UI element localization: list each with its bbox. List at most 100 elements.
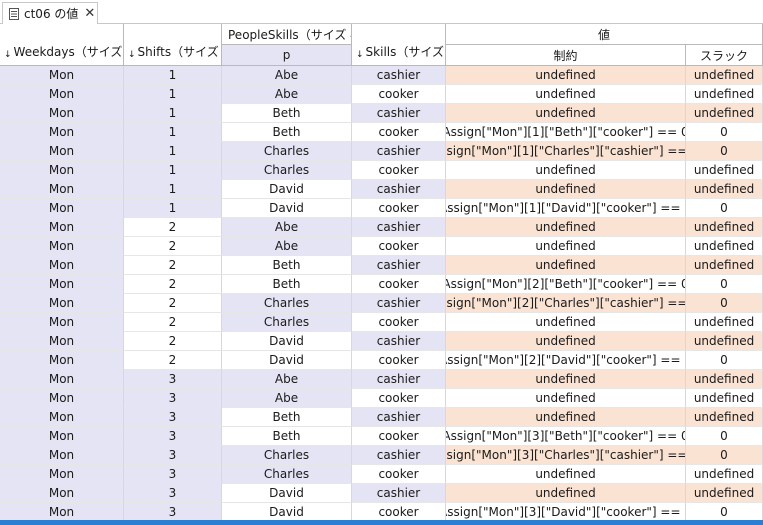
table-row[interactable]: Mon 1 David cashier undefined undefined [0,180,763,199]
cell-shift[interactable]: 1 [124,161,222,180]
cell-shift[interactable]: 2 [124,351,222,370]
cell-person[interactable]: Beth [222,256,352,275]
cell-slack[interactable]: 0 [686,142,763,161]
cell-shift[interactable]: 1 [124,142,222,161]
cell-skill[interactable]: cashier [352,446,446,465]
cell-weekday[interactable]: Mon [0,427,124,446]
cell-person[interactable]: David [222,180,352,199]
table-row[interactable]: Mon 3 Beth cashier undefined undefined [0,408,763,427]
cell-person[interactable]: David [222,351,352,370]
cell-constraint[interactable]: undefined [446,180,686,199]
cell-constraint[interactable]: undefined [446,484,686,503]
cell-skill[interactable]: cashier [352,484,446,503]
cell-person[interactable]: Abe [222,237,352,256]
tab-ct06-values[interactable]: ct06 の値 ✕ [2,2,98,24]
table-row[interactable]: Mon 1 Abe cooker undefined undefined [0,85,763,104]
cell-slack[interactable]: 0 [686,446,763,465]
cell-skill[interactable]: cashier [352,66,446,85]
cell-weekday[interactable]: Mon [0,218,124,237]
cell-weekday[interactable]: Mon [0,180,124,199]
cell-slack[interactable]: undefined [686,313,763,332]
cell-constraint[interactable]: undefined [446,161,686,180]
cell-constraint[interactable]: undefined [446,237,686,256]
cell-weekday[interactable]: Mon [0,199,124,218]
cell-slack[interactable]: undefined [686,389,763,408]
cell-weekday[interactable]: Mon [0,142,124,161]
cell-constraint[interactable]: undefined [446,256,686,275]
cell-shift[interactable]: 1 [124,104,222,123]
cell-person[interactable]: Charles [222,313,352,332]
cell-weekday[interactable]: Mon [0,66,124,85]
cell-skill[interactable]: cashier [352,218,446,237]
column-header-constraint[interactable]: 制約 [446,45,686,66]
cell-shift[interactable]: 3 [124,389,222,408]
cell-skill[interactable]: cooker [352,123,446,142]
cell-constraint[interactable]: Assign["Mon"][3]["Beth"]["cooker"] == 0 [446,427,686,446]
cell-person[interactable]: Beth [222,104,352,123]
cell-shift[interactable]: 3 [124,408,222,427]
cell-person[interactable]: Beth [222,408,352,427]
table-row[interactable]: Mon 3 Abe cooker undefined undefined [0,389,763,408]
cell-weekday[interactable]: Mon [0,313,124,332]
cell-weekday[interactable]: Mon [0,161,124,180]
cell-weekday[interactable]: Mon [0,294,124,313]
cell-weekday[interactable]: Mon [0,237,124,256]
cell-slack[interactable]: undefined [686,66,763,85]
close-icon[interactable]: ✕ [84,7,95,20]
cell-skill[interactable]: cashier [352,256,446,275]
cell-skill[interactable]: cooker [352,237,446,256]
table-row[interactable]: Mon 2 Abe cashier undefined undefined [0,218,763,237]
cell-slack[interactable]: 0 [686,351,763,370]
cell-constraint[interactable]: Assign["Mon"][2]["David"]["cooker"] == 0 [446,351,686,370]
cell-slack[interactable]: 0 [686,123,763,142]
cell-shift[interactable]: 1 [124,66,222,85]
cell-weekday[interactable]: Mon [0,351,124,370]
cell-slack[interactable]: 0 [686,275,763,294]
cell-shift[interactable]: 3 [124,427,222,446]
column-header-shifts[interactable]: ↓ Shifts（サイズ 3） [124,24,222,66]
cell-constraint[interactable]: Assign["Mon"][1]["Charles"]["cashier"] =… [446,142,686,161]
table-row[interactable]: Mon 2 Beth cashier undefined undefined [0,256,763,275]
cell-shift[interactable]: 2 [124,256,222,275]
cell-weekday[interactable]: Mon [0,465,124,484]
cell-constraint[interactable]: undefined [446,66,686,85]
table-row[interactable]: Mon 3 Charles cashier Assign["Mon"][3]["Char… [0,446,763,465]
cell-skill[interactable]: cooker [352,351,446,370]
cell-shift[interactable]: 3 [124,465,222,484]
cell-constraint[interactable]: Assign["Mon"][1]["Beth"]["cooker"] == 0 [446,123,686,142]
column-group-peopleskills[interactable]: PeopleSkills（サイズ 4 « [222,24,352,45]
cell-weekday[interactable]: Mon [0,85,124,104]
table-row[interactable]: Mon 3 Abe cashier undefined undefined [0,370,763,389]
cell-person[interactable]: Abe [222,218,352,237]
cell-person[interactable]: Charles [222,294,352,313]
cell-slack[interactable]: undefined [686,161,763,180]
cell-skill[interactable]: cooker [352,427,446,446]
cell-person[interactable]: David [222,199,352,218]
cell-skill[interactable]: cashier [352,104,446,123]
cell-constraint[interactable]: undefined [446,313,686,332]
cell-person[interactable]: David [222,484,352,503]
cell-person[interactable]: Beth [222,427,352,446]
cell-shift[interactable]: 3 [124,484,222,503]
cell-skill[interactable]: cooker [352,199,446,218]
table-row[interactable]: Mon 2 Abe cooker undefined undefined [0,237,763,256]
cell-constraint[interactable]: undefined [446,370,686,389]
cell-slack[interactable]: undefined [686,484,763,503]
cell-skill[interactable]: cooker [352,313,446,332]
cell-shift[interactable]: 1 [124,123,222,142]
cell-weekday[interactable]: Mon [0,484,124,503]
cell-constraint[interactable]: undefined [446,332,686,351]
cell-slack[interactable]: undefined [686,256,763,275]
cell-shift[interactable]: 2 [124,237,222,256]
cell-skill[interactable]: cooker [352,465,446,484]
cell-constraint[interactable]: undefined [446,85,686,104]
column-header-p[interactable]: p [222,45,352,66]
table-row[interactable]: Mon 3 Charles cooker undefined undefined [0,465,763,484]
cell-skill[interactable]: cooker [352,85,446,104]
cell-skill[interactable]: cashier [352,142,446,161]
cell-slack[interactable]: undefined [686,465,763,484]
table-row[interactable]: Mon 1 Beth cashier undefined undefined [0,104,763,123]
cell-slack[interactable]: undefined [686,370,763,389]
column-header-weekdays[interactable]: ↓ Weekdays（サイズ 3） [0,24,124,66]
cell-weekday[interactable]: Mon [0,408,124,427]
